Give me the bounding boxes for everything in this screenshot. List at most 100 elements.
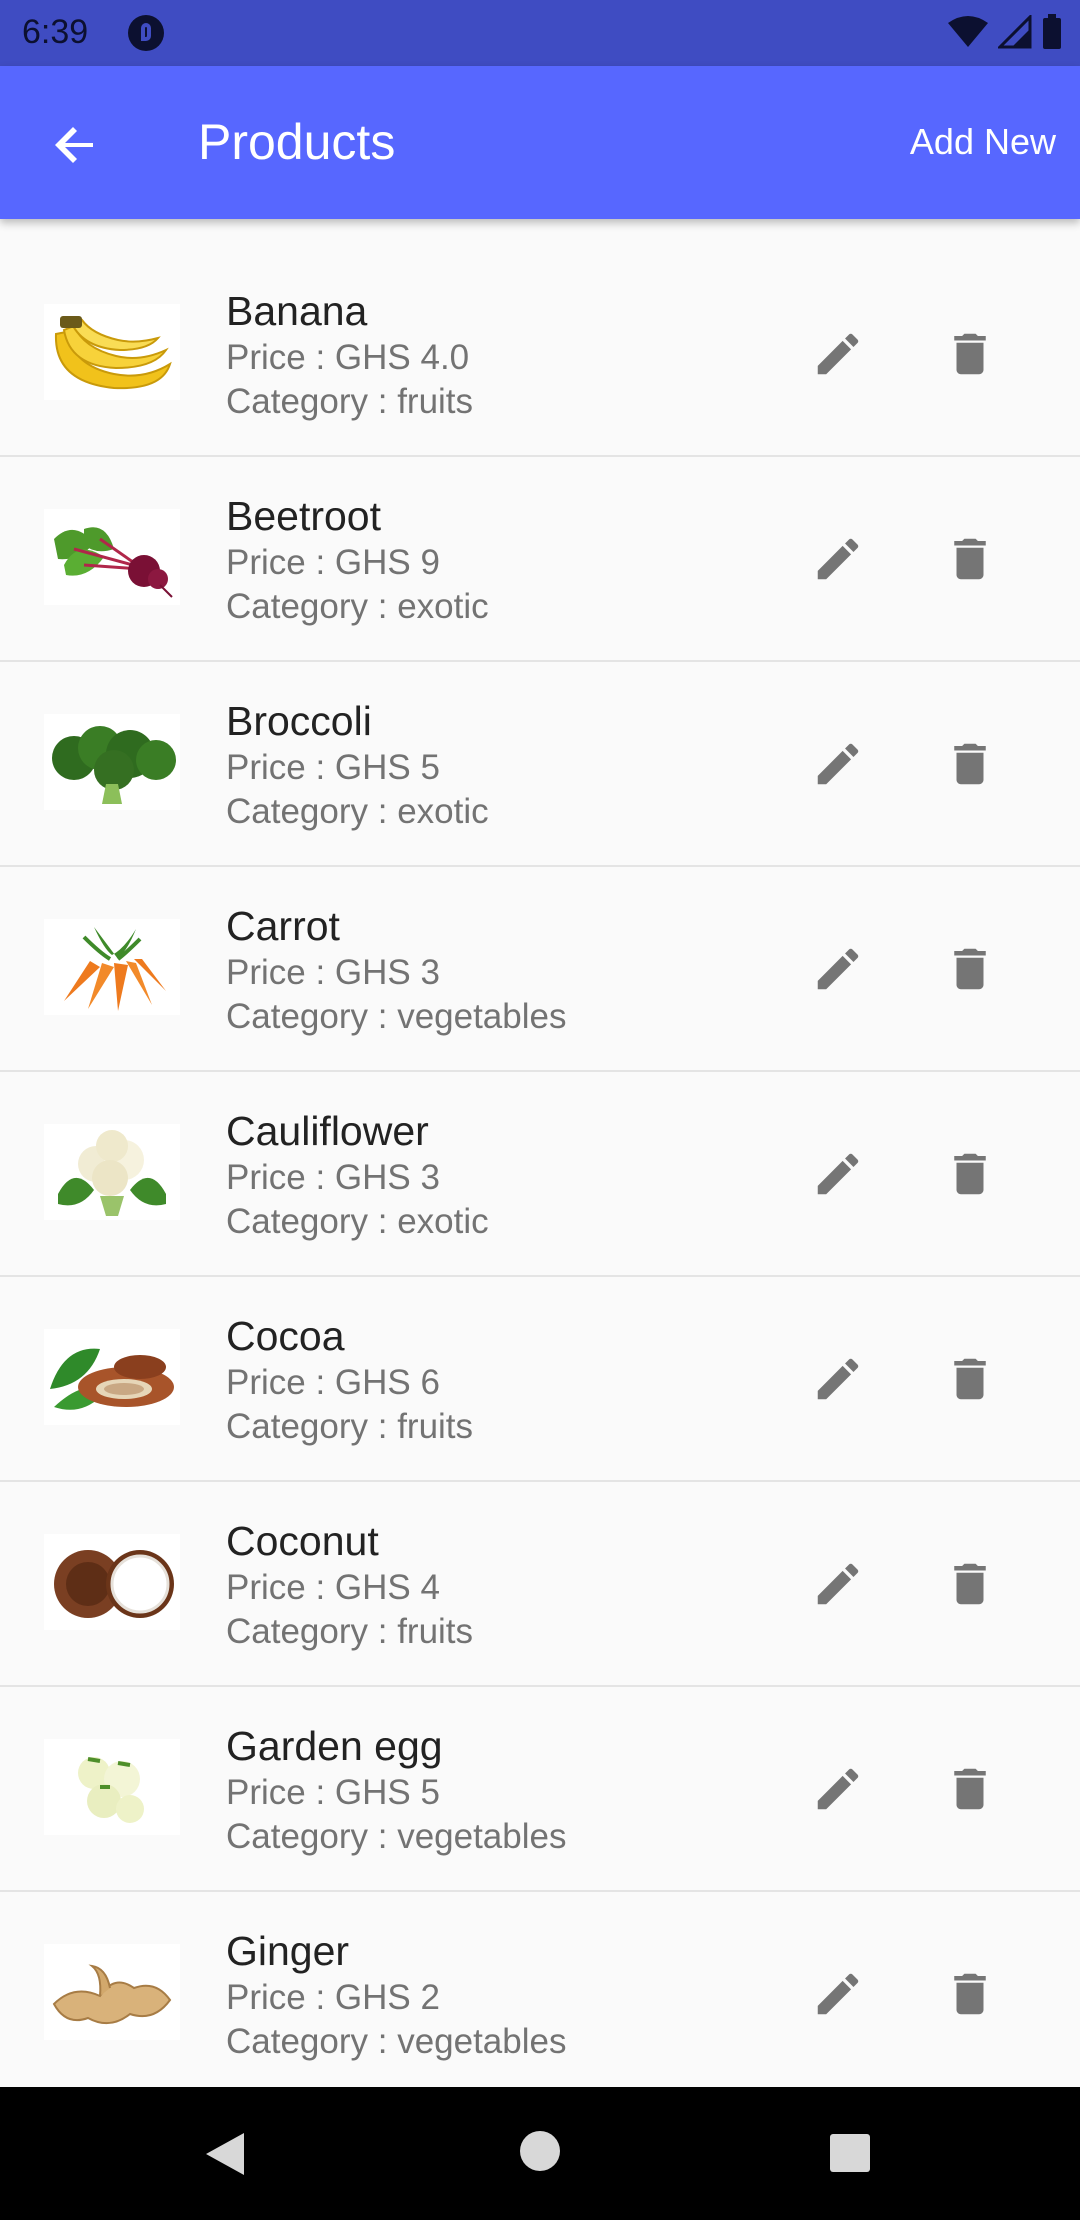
- product-image-banana: [44, 304, 180, 400]
- product-row-broccoli[interactable]: Broccoli Price : GHS 5 Category : exotic: [0, 662, 1080, 867]
- product-info: Coconut Price : GHS 4 Category : fruits: [226, 1516, 473, 1654]
- edit-button[interactable]: [806, 1142, 870, 1206]
- product-price: Price : GHS 4.0: [226, 338, 470, 377]
- arrow-back-icon: [55, 127, 93, 163]
- product-info: Beetroot Price : GHS 9 Category : exotic: [226, 491, 489, 629]
- product-row-cauliflower[interactable]: Cauliflower Price : GHS 3 Category : exo…: [0, 1072, 1080, 1277]
- product-category: Category : exotic: [226, 587, 489, 626]
- product-image-cocoa: [44, 1329, 180, 1425]
- delete-button[interactable]: [938, 1552, 1002, 1616]
- edit-button[interactable]: [806, 322, 870, 386]
- nav-home-button[interactable]: [518, 2129, 562, 2178]
- product-name: Banana: [226, 288, 368, 334]
- product-row-garden-egg[interactable]: Garden egg Price : GHS 5 Category : vege…: [0, 1687, 1080, 1892]
- pencil-icon: [817, 1563, 859, 1605]
- product-image-carrot: [44, 919, 180, 1015]
- product-name: Ginger: [226, 1928, 350, 1974]
- product-price: Price : GHS 6: [226, 1363, 440, 1402]
- pencil-icon: [817, 1358, 859, 1400]
- product-category: Category : vegetables: [226, 2022, 567, 2061]
- trash-icon: [954, 948, 986, 990]
- product-row-carrot[interactable]: Carrot Price : GHS 3 Category : vegetabl…: [0, 867, 1080, 1072]
- trash-icon: [954, 1973, 986, 2015]
- product-image-beetroot: [44, 509, 180, 605]
- delete-button[interactable]: [938, 1142, 1002, 1206]
- delete-button[interactable]: [938, 322, 1002, 386]
- product-row-ginger[interactable]: Ginger Price : GHS 2 Category : vegetabl…: [0, 1892, 1080, 2097]
- system-navigation-bar: [0, 2087, 1080, 2220]
- trash-icon: [954, 333, 986, 375]
- delete-button[interactable]: [938, 527, 1002, 591]
- product-price: Price : GHS 5: [226, 1773, 440, 1812]
- edit-button[interactable]: [806, 1347, 870, 1411]
- product-name: Beetroot: [226, 493, 381, 539]
- product-category: Category : fruits: [226, 382, 474, 421]
- product-price: Price : GHS 2: [226, 1978, 440, 2017]
- delete-button[interactable]: [938, 1347, 1002, 1411]
- product-category: Category : fruits: [226, 1612, 474, 1651]
- pencil-icon: [817, 333, 859, 375]
- product-image-coconut: [44, 1534, 180, 1630]
- product-name: Garden egg: [226, 1723, 443, 1769]
- product-price: Price : GHS 3: [226, 1158, 440, 1197]
- product-image-cauliflower: [44, 1124, 180, 1220]
- edit-button[interactable]: [806, 732, 870, 796]
- status-time: 6:39: [22, 13, 89, 51]
- product-info: Garden egg Price : GHS 5 Category : vege…: [226, 1721, 566, 1859]
- edit-button[interactable]: [806, 1962, 870, 2026]
- product-name: Carrot: [226, 903, 340, 949]
- delete-button[interactable]: [938, 1757, 1002, 1821]
- product-category: Category : exotic: [226, 1202, 489, 1241]
- battery-icon: [1043, 14, 1061, 49]
- wifi-icon: [948, 16, 988, 47]
- product-info: Carrot Price : GHS 3 Category : vegetabl…: [226, 901, 566, 1039]
- nav-home-icon: [520, 2131, 560, 2171]
- product-price: Price : GHS 4: [226, 1568, 440, 1607]
- pencil-icon: [817, 948, 859, 990]
- product-name: Cocoa: [226, 1313, 345, 1359]
- product-category: Category : vegetables: [226, 1817, 567, 1856]
- edit-button[interactable]: [806, 1552, 870, 1616]
- trash-icon: [954, 1153, 986, 1195]
- status-icons: [948, 14, 1062, 50]
- product-info: Broccoli Price : GHS 5 Category : exotic: [226, 696, 489, 834]
- product-list: Banana Price : GHS 4.0 Category : fruits: [0, 252, 1080, 2097]
- page-title: Products: [198, 114, 396, 170]
- product-row-banana[interactable]: Banana Price : GHS 4.0 Category : fruits: [0, 252, 1080, 457]
- product-category: Category : fruits: [226, 1407, 474, 1446]
- edit-button[interactable]: [806, 1757, 870, 1821]
- product-row-coconut[interactable]: Coconut Price : GHS 4 Category : fruits: [0, 1482, 1080, 1687]
- product-category: Category : vegetables: [226, 997, 567, 1036]
- add-new-button[interactable]: Add New: [910, 118, 1056, 166]
- product-category: Category : exotic: [226, 792, 489, 831]
- product-price: Price : GHS 5: [226, 748, 440, 787]
- nav-back-button[interactable]: [200, 2129, 248, 2184]
- product-info: Ginger Price : GHS 2 Category : vegetabl…: [226, 1926, 566, 2064]
- product-info: Cauliflower Price : GHS 3 Category : exo…: [226, 1106, 489, 1244]
- back-button[interactable]: [40, 110, 110, 180]
- product-info: Banana Price : GHS 4.0 Category : fruits: [226, 286, 473, 424]
- nav-recents-icon: [830, 2134, 870, 2172]
- trash-icon: [954, 1563, 986, 1605]
- product-row-cocoa[interactable]: Cocoa Price : GHS 6 Category : fruits: [0, 1277, 1080, 1482]
- product-row-beetroot[interactable]: Beetroot Price : GHS 9 Category : exotic: [0, 457, 1080, 662]
- product-image-ginger: [44, 1944, 180, 2040]
- pencil-icon: [817, 743, 859, 785]
- product-info: Cocoa Price : GHS 6 Category : fruits: [226, 1311, 473, 1449]
- delete-button[interactable]: [938, 937, 1002, 1001]
- pencil-icon: [817, 1153, 859, 1195]
- pencil-icon: [817, 1768, 859, 1810]
- delete-button[interactable]: [938, 1962, 1002, 2026]
- edit-button[interactable]: [806, 937, 870, 1001]
- edit-button[interactable]: [806, 527, 870, 591]
- product-name: Broccoli: [226, 698, 372, 744]
- trash-icon: [954, 1358, 986, 1400]
- product-price: Price : GHS 9: [226, 543, 440, 582]
- app-bar: Products Add New: [0, 66, 1080, 219]
- nav-recents-button[interactable]: [828, 2132, 872, 2179]
- product-image-broccoli: [44, 714, 180, 810]
- delete-button[interactable]: [938, 732, 1002, 796]
- status-bar: 6:39: [0, 0, 1080, 66]
- cellular-signal-icon: [998, 15, 1032, 49]
- product-image-garden-egg: [44, 1739, 180, 1835]
